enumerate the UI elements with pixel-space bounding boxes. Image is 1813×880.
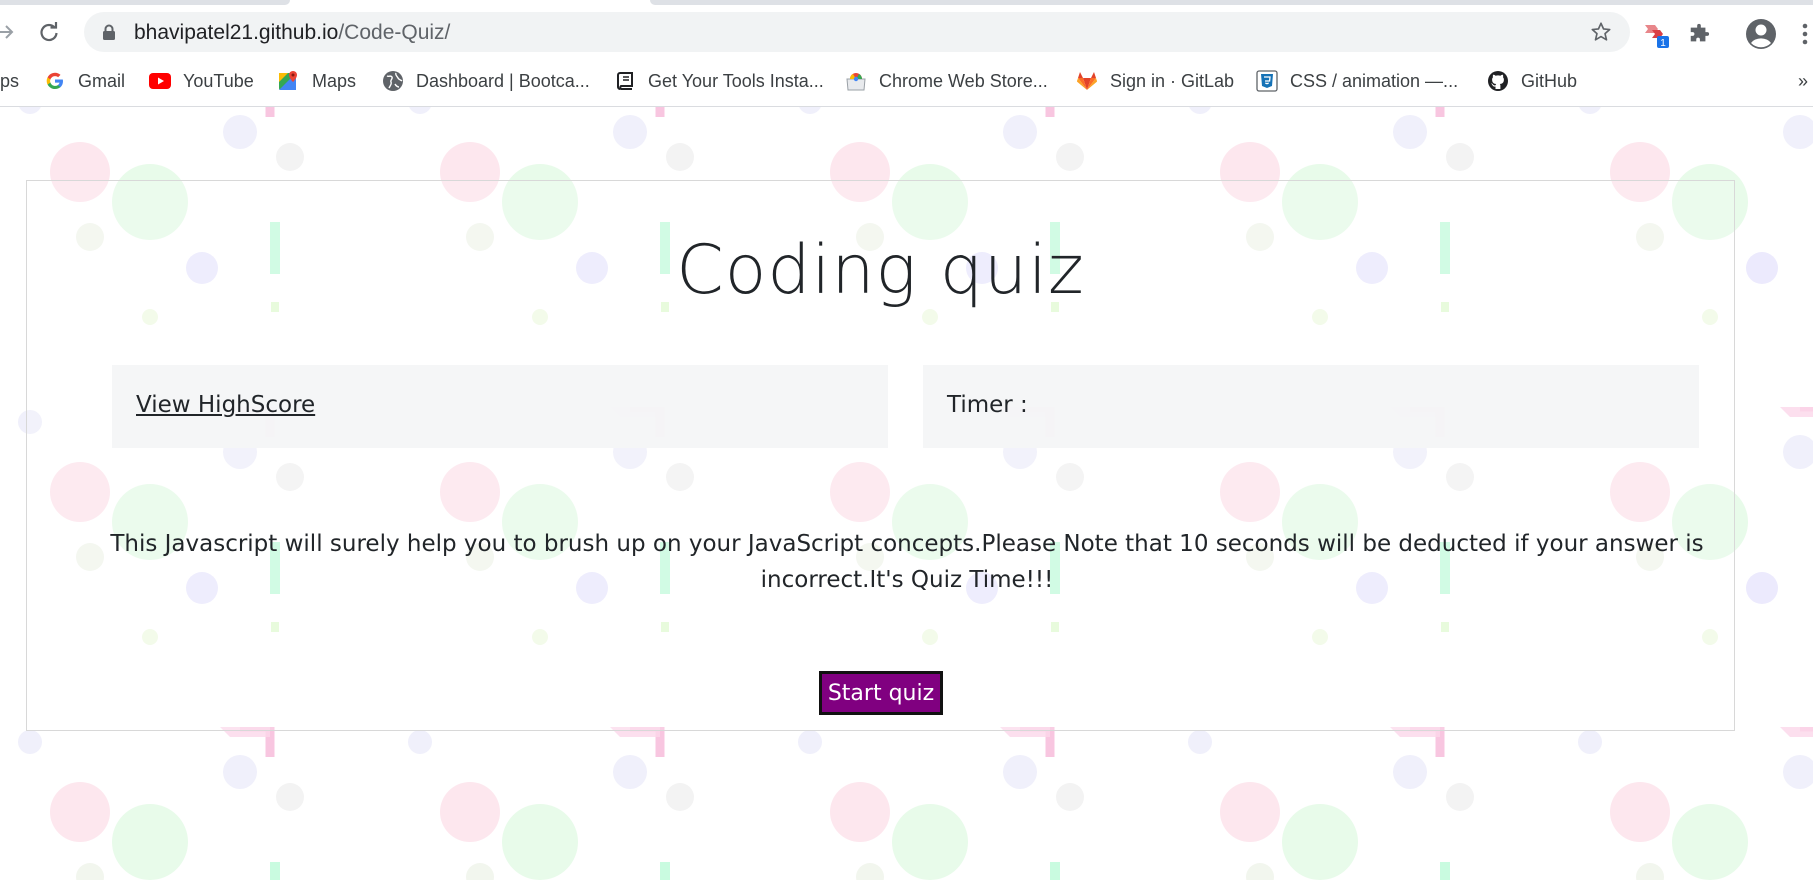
- screen-recorder-icon: 1: [1645, 25, 1669, 49]
- gitlab-icon: [1076, 70, 1098, 92]
- bookmark-label: CSS / animation —...: [1290, 70, 1459, 91]
- css3-icon: [1256, 70, 1278, 92]
- chrome-web-store-icon: [845, 70, 867, 92]
- maps-icon: [278, 70, 300, 92]
- globe-icon: [382, 70, 404, 92]
- page-title: Coding quiz: [676, 231, 1085, 310]
- google-icon: [44, 70, 66, 92]
- bookmark-gitlab[interactable]: Sign in · GitLab: [1076, 66, 1234, 96]
- url-host: bhavipatel21.github.io: [134, 21, 339, 44]
- web-page: Coding quiz View HighScore Timer : This …: [0, 107, 1813, 880]
- bookmark-label: Chrome Web Store...: [879, 70, 1048, 91]
- profile-button[interactable]: [1745, 18, 1777, 50]
- view-highscore-link[interactable]: View HighScore: [136, 392, 315, 418]
- forward-button[interactable]: [0, 16, 22, 48]
- bookmark-label: YouTube: [183, 70, 254, 91]
- tab-inactive[interactable]: [650, 0, 1813, 5]
- bookmark-gmail[interactable]: Gmail: [44, 66, 125, 96]
- bookmark-css-animation[interactable]: CSS / animation —...: [1256, 66, 1458, 96]
- book-icon: [614, 70, 636, 92]
- url-text[interactable]: bhavipatel21.github.io/Code-Quiz/: [134, 21, 450, 45]
- quiz-card: Coding quiz View HighScore Timer : This …: [26, 180, 1735, 731]
- start-quiz-button[interactable]: Start quiz: [819, 671, 943, 715]
- extensions-button[interactable]: [1683, 18, 1715, 50]
- timer-panel: Timer :: [923, 365, 1699, 448]
- bookmark-label: Get Your Tools Insta...: [648, 70, 824, 91]
- bookmark-label: Dashboard | Bootca...: [416, 70, 590, 91]
- youtube-icon: [149, 70, 171, 92]
- bookmarks-overflow-button[interactable]: »: [1798, 66, 1808, 96]
- timer-label: Timer :: [947, 392, 1028, 418]
- arrow-right-icon: [0, 25, 14, 39]
- bookmark-label: ps: [0, 70, 20, 91]
- bookmark-label: GitHub: [1521, 70, 1578, 91]
- bookmark-youtube[interactable]: YouTube: [149, 66, 254, 96]
- avatar-icon: [1746, 19, 1776, 49]
- reload-button[interactable]: [33, 16, 65, 48]
- url-path: /Code-Quiz/: [338, 21, 451, 44]
- tab-inactive[interactable]: [0, 0, 290, 5]
- tab-strip: [0, 0, 1813, 8]
- chevron-double-right-icon: »: [1798, 70, 1809, 91]
- menu-button[interactable]: [1789, 18, 1813, 50]
- bookmark-get-your-tools[interactable]: Get Your Tools Insta...: [614, 66, 824, 96]
- github-icon: [1487, 70, 1509, 92]
- quiz-intro-text: This Javascript will surely help you to …: [110, 531, 1704, 593]
- bookmark-label: Gmail: [78, 70, 126, 91]
- reload-icon: [40, 22, 58, 42]
- highscore-panel: View HighScore: [112, 365, 888, 448]
- bookmarks-bar: ps Gmail YouTube Maps Dashboard | Bootca…: [0, 56, 1813, 107]
- bookmark-apps[interactable]: ps: [0, 66, 19, 96]
- extension-button[interactable]: 1: [1641, 18, 1673, 50]
- bookmark-chrome-web-store[interactable]: Chrome Web Store...: [845, 66, 1048, 96]
- bookmark-label: Maps: [312, 70, 357, 91]
- lock-icon[interactable]: [102, 24, 116, 41]
- bookmark-github[interactable]: GitHub: [1487, 66, 1577, 96]
- address-bar[interactable]: bhavipatel21.github.io/Code-Quiz/: [84, 12, 1630, 52]
- bookmark-label: Sign in · GitLab: [1110, 70, 1235, 91]
- puzzle-icon: [1690, 23, 1710, 42]
- extension-badge: 1: [1660, 38, 1666, 49]
- more-vert-icon: [1802, 23, 1808, 45]
- bookmark-star-icon[interactable]: [1590, 21, 1612, 43]
- browser-toolbar: bhavipatel21.github.io/Code-Quiz/ 1: [0, 8, 1813, 56]
- bookmark-dashboard[interactable]: Dashboard | Bootca...: [382, 66, 590, 96]
- bookmark-maps[interactable]: Maps: [278, 66, 356, 96]
